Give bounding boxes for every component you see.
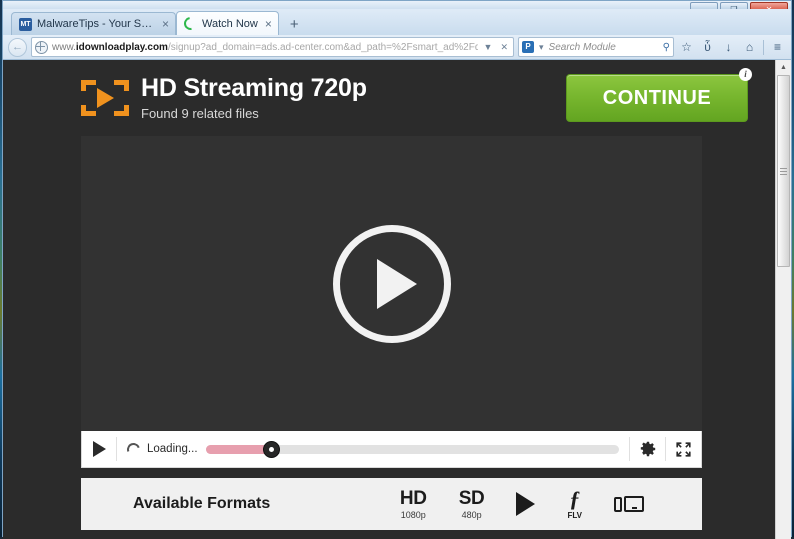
page-header: HD Streaming 720p Found 9 related files … <box>3 60 782 130</box>
scrollbar-thumb[interactable] <box>777 75 790 267</box>
settings-gear-icon[interactable] <box>630 441 665 457</box>
format-sublabel: FLV <box>567 511 582 520</box>
progress-slider[interactable] <box>206 445 619 454</box>
loading-spinner-icon <box>125 440 142 457</box>
title-block: HD Streaming 720p Found 9 related files <box>141 75 566 120</box>
player-control-bar: Loading... <box>81 431 702 468</box>
home-icon[interactable]: ⌂ <box>741 38 758 56</box>
format-mobile[interactable] <box>614 496 644 512</box>
format-label: SD <box>459 489 485 508</box>
browser-window: — ❑ ✕ MT MalwareTips - Your Securit... ×… <box>2 0 792 537</box>
search-icon[interactable]: ⚲ <box>663 42 670 53</box>
chevron-down-icon[interactable]: ▾ <box>537 42 546 53</box>
url-path: /signup?ad_domain=ads.ad-center.com&ad_p… <box>168 42 478 53</box>
url-text: www.idownloadplay.com/signup?ad_domain=a… <box>52 42 478 53</box>
tab-strip: MT MalwareTips - Your Securit... × Watch… <box>3 9 791 35</box>
chevron-down-icon[interactable]: ▼ <box>482 42 495 52</box>
player-status-text: Loading... <box>147 443 198 455</box>
tab-watch-now[interactable]: Watch Now × <box>176 11 279 35</box>
formats-heading: Available Formats <box>133 495 270 513</box>
format-hd[interactable]: HD 1080p <box>400 489 427 520</box>
back-button[interactable]: ← <box>8 38 27 57</box>
play-icon <box>93 441 106 457</box>
page-subtitle: Found 9 related files <box>141 106 566 121</box>
new-tab-button[interactable]: + <box>285 17 304 32</box>
control-divider <box>116 437 117 461</box>
tab-label: MalwareTips - Your Securit... <box>37 18 155 30</box>
continue-button[interactable]: CONTINUE <box>566 74 748 122</box>
format-flv[interactable]: ƒ FLV <box>567 488 582 520</box>
format-play[interactable] <box>516 492 535 516</box>
scroll-up-arrow[interactable]: ▲ <box>776 60 791 74</box>
format-sublabel: 480p <box>462 510 482 520</box>
page-scrollbar[interactable]: ▲ <box>775 60 791 539</box>
tab-close-icon[interactable]: × <box>162 18 169 30</box>
mobile-devices-icon <box>614 496 644 512</box>
formats-list: HD 1080p SD 480p ƒ FLV <box>270 488 702 520</box>
ad-page: HD Streaming 720p Found 9 related files … <box>3 60 782 530</box>
search-engine-icon[interactable]: P <box>522 41 534 53</box>
tab-close-icon[interactable]: × <box>265 18 272 30</box>
big-play-button[interactable] <box>333 225 451 343</box>
search-bar[interactable]: P ▾ Search Module ⚲ <box>518 37 674 57</box>
hd-streaming-logo-icon <box>81 80 129 116</box>
flash-icon: ƒ <box>569 488 580 510</box>
reading-list-icon[interactable]: ὖ <box>699 38 716 56</box>
bookmark-star-icon[interactable]: ☆ <box>678 38 695 56</box>
tab-malwaretips[interactable]: MT MalwareTips - Your Securit... × <box>11 12 176 35</box>
page-title: HD Streaming 720p <box>141 75 566 101</box>
play-triangle-icon <box>377 259 417 309</box>
info-badge-icon[interactable]: i <box>739 68 752 81</box>
play-triangle-icon <box>516 492 535 516</box>
format-sublabel: 1080p <box>401 510 426 520</box>
format-label: HD <box>400 489 427 508</box>
progress-knob[interactable] <box>263 441 280 458</box>
globe-icon <box>35 41 48 54</box>
navigation-toolbar: ← www.idownloadplay.com/signup?ad_domain… <box>3 35 791 60</box>
window-title-bar: — ❑ ✕ <box>3 1 791 9</box>
continue-button-wrap: CONTINUE i <box>566 74 748 122</box>
url-bar[interactable]: www.idownloadplay.com/signup?ad_domain=a… <box>31 37 514 57</box>
downloads-icon[interactable]: ↓ <box>720 38 737 56</box>
stop-loading-icon[interactable]: ✕ <box>498 42 510 53</box>
play-button[interactable] <box>82 441 116 457</box>
toolbar-divider <box>763 40 764 55</box>
page-content: HD Streaming 720p Found 9 related files … <box>3 60 791 539</box>
fullscreen-icon[interactable] <box>666 442 701 457</box>
search-input[interactable]: Search Module <box>549 42 660 53</box>
available-formats-bar: Available Formats HD 1080p SD 480p ƒ <box>81 478 702 530</box>
tab-label: Watch Now <box>202 18 258 30</box>
loading-spinner-icon <box>181 14 199 32</box>
menu-icon[interactable]: ≡ <box>769 38 786 56</box>
format-sd[interactable]: SD 480p <box>459 489 485 520</box>
video-player-area[interactable] <box>81 136 702 431</box>
mt-favicon-icon: MT <box>19 18 32 31</box>
url-protocol: www. <box>52 42 76 53</box>
url-domain: idownloadplay.com <box>76 42 168 53</box>
